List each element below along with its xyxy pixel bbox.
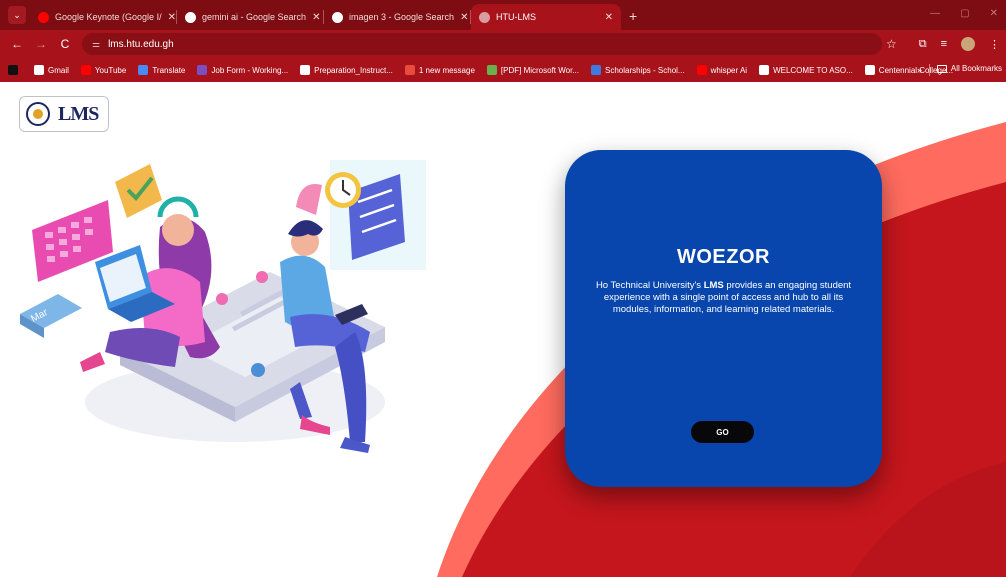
bookmark-item[interactable]: WELCOME TO ASO... [759, 65, 853, 75]
students-illustration: Mar [20, 160, 426, 453]
globe-icon [479, 11, 490, 23]
bookmark-label: YouTube [94, 65, 127, 75]
all-bookmarks-button[interactable]: All Bookmarks [936, 64, 1002, 73]
chat-icon [8, 65, 18, 75]
maximize-button[interactable]: ▢ [960, 8, 969, 19]
bookmark-label: WELCOME TO ASO... [773, 65, 853, 75]
tab-search-button[interactable]: ⌄ [8, 6, 26, 24]
browser-toolbar: ← → C ⚌ lms.htu.edu.gh ☆ ⧉ ≡ ⋮ [0, 30, 1006, 58]
bookmark-label: Scholarships - Schol... [605, 65, 685, 75]
university-seal-icon [26, 102, 50, 126]
minimize-button[interactable]: — [930, 8, 940, 19]
bookmarks-bar: Gmail YouTube Translate Job Form - Working.… [0, 58, 1006, 82]
media-icon[interactable]: ≡ [941, 38, 947, 50]
close-window-button[interactable]: ✕ [990, 8, 998, 19]
bookmark-label: Gmail [48, 65, 69, 75]
bookmarks-divider [929, 64, 930, 76]
bookmark-item[interactable] [8, 65, 22, 75]
welcome-title: WOEZOR [677, 246, 770, 268]
bookmark-item[interactable]: 1 new message [404, 65, 475, 75]
close-tab-button[interactable]: ✕ [599, 12, 613, 23]
bookmark-label: [PDF] Microsoft Wor... [500, 65, 579, 75]
folder-icon [936, 64, 947, 73]
forward-button[interactable]: → [34, 37, 48, 51]
close-tab-button[interactable]: ✕ [454, 12, 468, 23]
browser-tab[interactable]: imagen 3 - Google Search ✕ [324, 4, 470, 30]
tab-title: HTU-LMS [496, 12, 536, 22]
college-icon [864, 65, 875, 75]
window-controls: — ▢ ✕ [930, 8, 998, 19]
logo-text: LMS [58, 102, 99, 125]
welcome-card: WOEZOR Ho Technical University's LMS pro… [565, 150, 882, 487]
bookmark-item[interactable]: Translate [138, 65, 185, 75]
bookmark-label: Preparation_Instruct... [314, 65, 393, 75]
all-bookmarks-label: All Bookmarks [950, 64, 1002, 73]
extensions-icon[interactable]: ⧉ [919, 38, 927, 51]
scholarship-icon [591, 65, 601, 75]
browser-tab[interactable]: Google Keynote (Google I/✕ [30, 4, 176, 30]
youtube-icon [38, 11, 49, 23]
profile-avatar[interactable] [961, 37, 975, 51]
tab-title: Google Keynote (Google I/ [55, 12, 162, 22]
menu-icon[interactable]: ⋮ [989, 38, 1000, 51]
globe-icon [300, 65, 311, 75]
url-text: lms.htu.edu.gh [108, 38, 174, 50]
bookmark-item[interactable]: Scholarships - Schol... [591, 65, 685, 75]
bookmark-item[interactable]: Job Form - Working... [197, 65, 288, 75]
globe-icon [759, 65, 770, 75]
bookmark-item[interactable]: Preparation_Instruct... [300, 65, 393, 75]
translate-icon [138, 65, 149, 75]
browser-tab[interactable]: HTU-LMS ✕ [471, 4, 621, 30]
form-icon [197, 65, 208, 75]
tab-title: imagen 3 - Google Search [349, 12, 455, 22]
new-tab-button[interactable]: + [629, 8, 637, 24]
reload-button[interactable]: C [58, 37, 72, 51]
bookmark-label: Job Form - Working... [211, 65, 289, 75]
tab-strip: ⌄ Google Keynote (Google I/✕ gemini ai - … [0, 0, 1006, 30]
bookmarks-overflow-button[interactable]: » [917, 65, 922, 75]
browser-tab[interactable]: gemini ai - Google Search ✕ [177, 4, 323, 30]
gmail-icon [34, 65, 44, 75]
htu-lms-logo[interactable]: LMS [19, 96, 109, 132]
welcome-description: Ho Technical University's LMS provides a… [592, 280, 855, 316]
bookmark-star-icon[interactable]: ☆ [886, 37, 897, 51]
description-start: Ho Technical University's [595, 280, 704, 291]
youtube-icon [80, 65, 91, 75]
bookmark-item[interactable]: whisper Ai [696, 65, 748, 75]
description-lms: LMS [703, 280, 724, 291]
tab-title: gemini ai - Google Search [202, 12, 307, 22]
pdf-icon [486, 65, 497, 75]
bookmark-label: Translate [152, 65, 186, 75]
google-icon [332, 11, 343, 23]
site-info-icon[interactable]: ⚌ [92, 39, 100, 50]
bookmark-item[interactable]: YouTube [80, 65, 127, 75]
go-button[interactable]: GO [691, 421, 754, 443]
close-tab-button[interactable]: ✕ [162, 12, 176, 23]
youtube-icon [696, 65, 707, 75]
bookmark-label: 1 new message [418, 65, 475, 75]
page-content: Mar LMS WOEZOR Ho Technical University's… [0, 82, 1006, 577]
google-icon [185, 11, 196, 23]
close-tab-button[interactable]: ✕ [306, 12, 320, 23]
message-icon [404, 65, 415, 75]
bookmark-label: whisper Ai [710, 65, 748, 75]
bookmark-item[interactable]: Gmail [34, 65, 69, 75]
back-button[interactable]: ← [10, 37, 24, 51]
address-bar[interactable]: ⚌ lms.htu.edu.gh [82, 33, 882, 55]
bookmark-item[interactable]: [PDF] Microsoft Wor... [486, 65, 579, 75]
